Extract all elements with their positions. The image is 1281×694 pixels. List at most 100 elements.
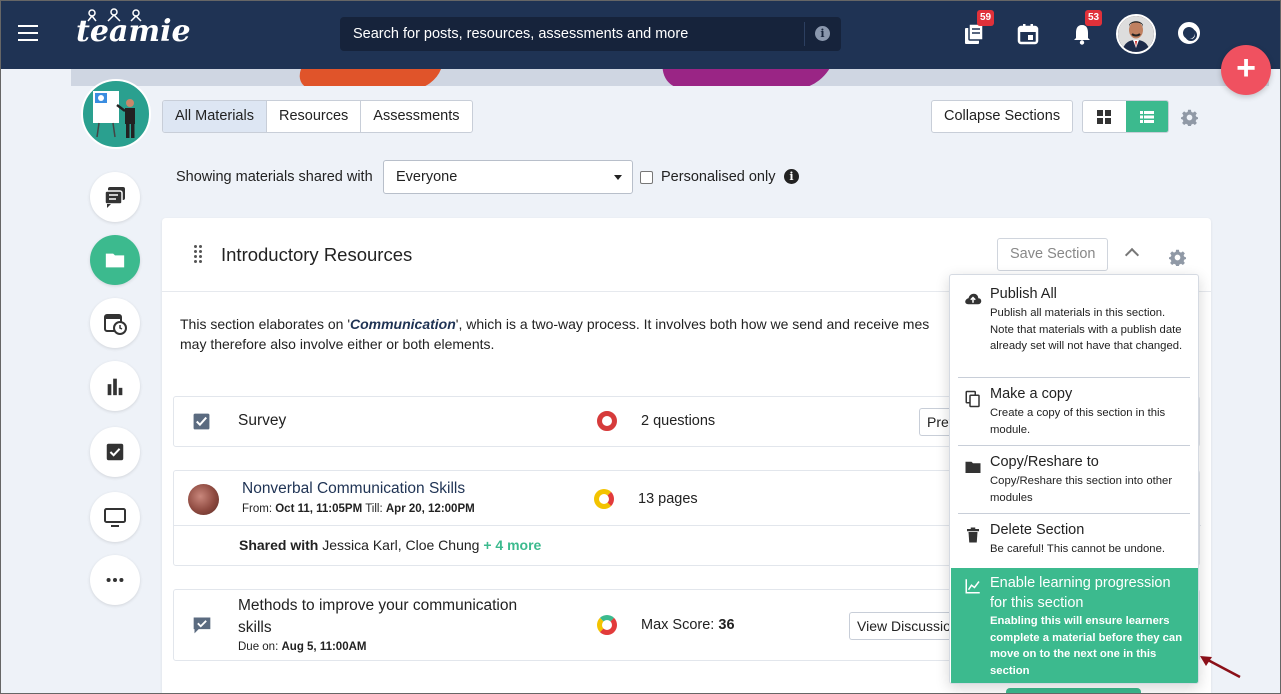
section-description: This section elaborates on 'Communicatio… xyxy=(180,316,930,352)
notifications-badge: 53 xyxy=(1085,10,1103,26)
progress-ring-icon xyxy=(594,489,614,509)
tab-assessments[interactable]: Assessments xyxy=(361,101,471,132)
folder-icon xyxy=(105,253,125,268)
rail-more-button[interactable] xyxy=(90,555,140,605)
menu-item-delete-section[interactable]: Delete Section Be careful! This cannot b… xyxy=(958,522,1190,562)
menu-item-title: Enable learning progression for this sec… xyxy=(990,575,1171,611)
save-section-button[interactable]: Save Section xyxy=(997,238,1109,271)
item-meta: 13 pages xyxy=(638,491,698,507)
view-toggle xyxy=(1082,100,1169,133)
line-chart-icon xyxy=(965,579,980,594)
progress-ring-icon xyxy=(597,615,617,635)
rail-analytics-button[interactable] xyxy=(90,361,140,411)
shared-with-line: Shared with Jessica Karl, Cloe Chung + 4… xyxy=(239,537,542,553)
menu-item-desc: Enabling this will ensure learners compl… xyxy=(990,615,1183,677)
checkbox-icon xyxy=(106,443,124,461)
materials-tabs: All Materials Resources Assessments xyxy=(162,100,473,133)
rail-discussions-button[interactable] xyxy=(90,172,140,222)
menu-item-title: Make a copy xyxy=(990,386,1073,402)
chat-bubble-icon xyxy=(104,187,125,208)
collapse-sections-button[interactable]: Collapse Sections xyxy=(931,100,1074,133)
item-action-button[interactable] xyxy=(1006,688,1141,694)
item-title-line2[interactable]: skills xyxy=(238,619,272,637)
presenter-board-icon xyxy=(93,91,135,138)
more-dots-icon xyxy=(106,577,124,583)
search-divider xyxy=(804,22,805,46)
preview-button[interactable]: Preview xyxy=(919,408,951,436)
menu-item-desc: Create a copy of this section in this mo… xyxy=(990,407,1166,436)
menu-item-desc: Publish all materials in this section. N… xyxy=(990,307,1183,352)
cloud-upload-icon xyxy=(965,293,982,305)
rail-schedule-button[interactable] xyxy=(90,298,140,348)
module-banner xyxy=(71,69,1269,86)
rail-materials-button[interactable] xyxy=(90,235,140,285)
status-ring-icon xyxy=(597,411,617,431)
settings-gear-icon[interactable] xyxy=(1181,109,1198,126)
menu-item-enable-progression[interactable]: Enable learning progression for this sec… xyxy=(951,568,1198,683)
resource-thumbnail xyxy=(188,484,219,515)
personalised-info-icon[interactable]: i xyxy=(784,169,799,184)
add-fab-button[interactable]: + xyxy=(1221,45,1271,95)
search-bar[interactable]: Search for posts, resources, assessments… xyxy=(340,17,841,51)
survey-check-icon xyxy=(193,413,210,430)
item-max-score: Max Score: 36 xyxy=(641,617,735,633)
user-photo-icon xyxy=(1118,16,1154,52)
menu-item-desc: Copy/Reshare this section into other mod… xyxy=(990,475,1173,504)
search-info-icon[interactable]: i xyxy=(815,26,830,41)
list-icon xyxy=(1139,110,1154,123)
grid-icon xyxy=(1097,109,1112,124)
user-avatar[interactable] xyxy=(1116,14,1156,54)
item-due-date: Due on: Aug 5, 11:00AM xyxy=(238,641,367,653)
search-input[interactable]: Search for posts, resources, assessments… xyxy=(353,26,688,42)
item-title-line1[interactable]: Methods to improve your communication xyxy=(238,597,517,615)
folder-icon xyxy=(965,461,981,473)
menu-item-title: Delete Section xyxy=(990,522,1085,538)
library-badge: 59 xyxy=(977,10,995,26)
menu-divider xyxy=(958,377,1190,378)
module-image[interactable] xyxy=(81,79,151,149)
share-filter-value: Everyone xyxy=(396,169,458,185)
section-settings-menu: Publish All Publish all materials in thi… xyxy=(949,274,1199,684)
menu-item-make-copy[interactable]: Make a copy Create a copy of this sectio… xyxy=(958,386,1190,441)
discussion-check-icon xyxy=(193,617,211,634)
share-filter-label: Showing materials shared with xyxy=(176,169,373,185)
personalised-checkbox[interactable] xyxy=(640,171,653,184)
tab-all-materials[interactable]: All Materials xyxy=(163,101,267,132)
teamie-logo[interactable]: teamie xyxy=(76,8,191,49)
menu-item-title: Publish All xyxy=(990,286,1057,302)
menu-divider xyxy=(958,513,1190,514)
tab-resources[interactable]: Resources xyxy=(267,101,362,132)
monitor-icon xyxy=(104,508,126,527)
view-discussion-button[interactable]: View Discussion xyxy=(849,612,951,640)
annotation-arrow-icon xyxy=(1200,656,1241,679)
chevron-down-icon xyxy=(614,175,622,180)
trash-icon xyxy=(967,527,979,543)
drag-handle-icon[interactable] xyxy=(194,245,202,263)
item-meta: 2 questions xyxy=(641,413,716,429)
section-settings-gear-icon[interactable] xyxy=(1169,249,1186,266)
item-title-link[interactable]: Nonverbal Communication Skills xyxy=(242,480,465,498)
menu-divider xyxy=(958,445,1190,446)
calendar-icon[interactable] xyxy=(1016,22,1040,46)
personalised-label: Personalised only xyxy=(661,169,776,185)
rail-tasks-button[interactable] xyxy=(90,427,140,477)
menu-item-desc: Be careful! This cannot be undone. xyxy=(990,543,1166,555)
logo-people-icon xyxy=(87,8,142,22)
rail-screen-button[interactable] xyxy=(90,492,140,542)
menu-item-title: Copy/Reshare to xyxy=(990,454,1099,470)
menu-item-publish-all[interactable]: Publish All Publish all materials in thi… xyxy=(958,286,1190,376)
item-title[interactable]: Survey xyxy=(238,412,286,430)
menu-item-copy-reshare[interactable]: Copy/Reshare to Copy/Reshare this sectio… xyxy=(958,454,1190,509)
calendar-clock-icon xyxy=(104,314,127,335)
item-dates: From: Oct 11, 11:05PM Till: Apr 20, 12:0… xyxy=(242,503,475,515)
help-lifebuoy-icon[interactable] xyxy=(1178,22,1200,44)
top-navbar: teamie Search for posts, resources, asse… xyxy=(0,0,1281,69)
section-title: Introductory Resources xyxy=(221,244,413,265)
copy-icon xyxy=(965,390,980,408)
menu-icon[interactable] xyxy=(18,25,38,43)
bar-chart-icon xyxy=(107,378,123,396)
share-filter-select[interactable]: Everyone xyxy=(383,160,633,194)
list-view-button[interactable] xyxy=(1125,101,1168,132)
grid-view-button[interactable] xyxy=(1083,101,1126,132)
shared-more-link[interactable]: + 4 more xyxy=(483,537,541,553)
